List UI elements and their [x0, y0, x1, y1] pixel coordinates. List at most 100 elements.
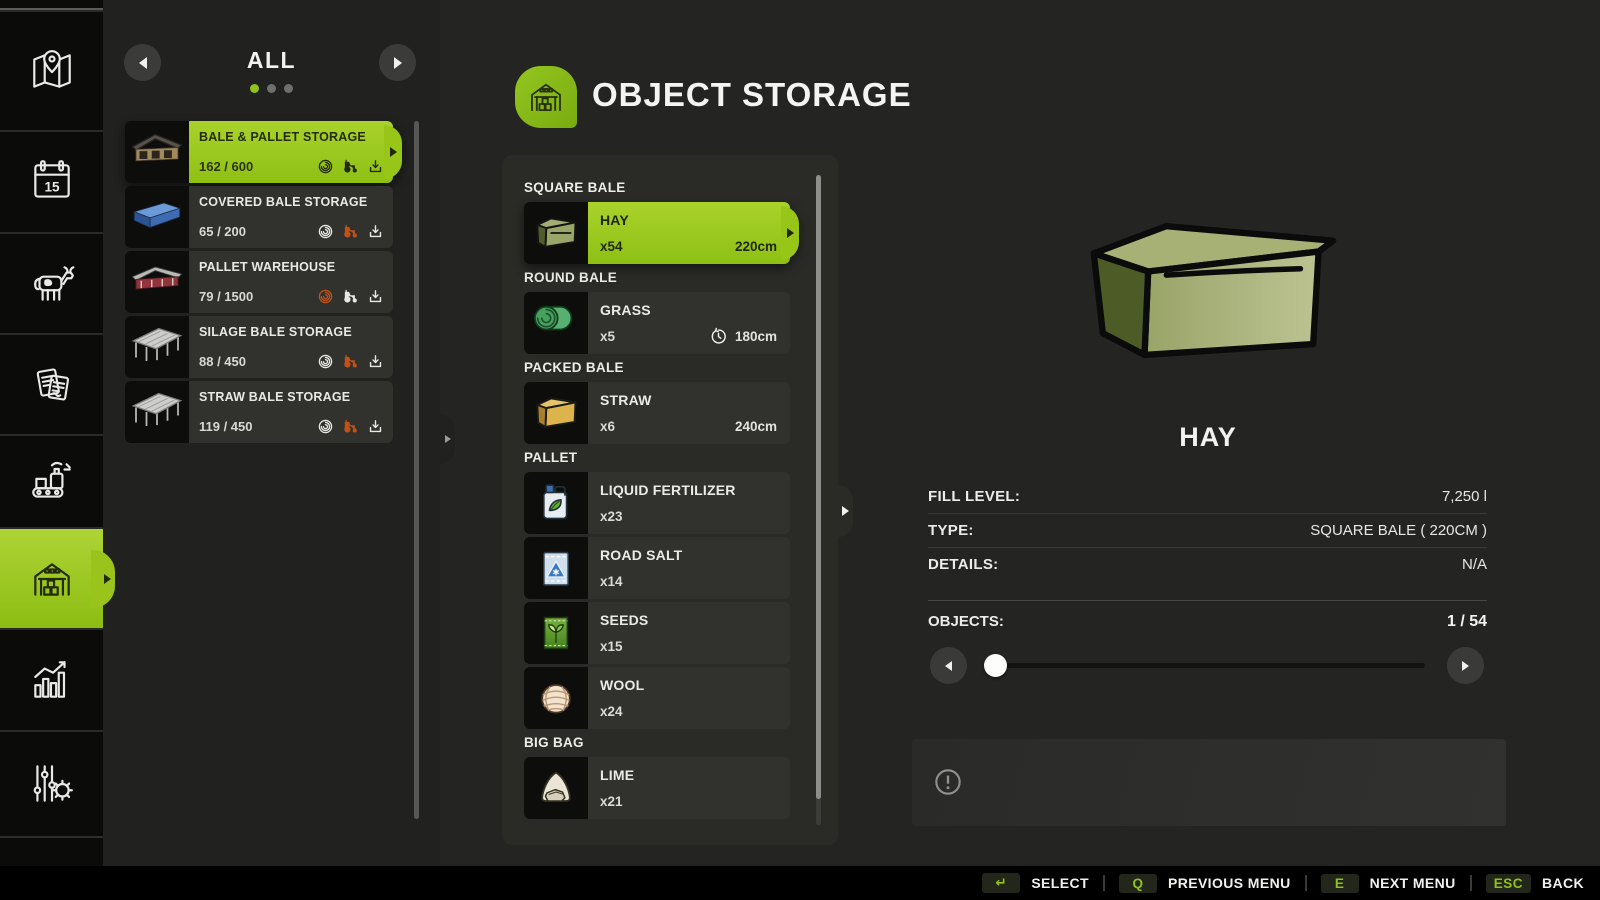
- arrow-right-icon: [1462, 661, 1469, 671]
- object-storage-header-badge: [515, 66, 577, 128]
- spec-value: N/A: [1462, 556, 1487, 573]
- spec-label: FILL LEVEL:: [928, 488, 1020, 505]
- item-thumbnail: [524, 757, 588, 819]
- fermentation-timer-icon: [709, 327, 728, 346]
- salt-bag-icon: [530, 542, 582, 594]
- item-name: WOOL: [600, 677, 778, 693]
- item-row-liquid-fertilizer[interactable]: LIQUID FERTILIZER x23: [524, 472, 790, 534]
- item-count: x24: [600, 704, 623, 719]
- objects-next-button[interactable]: [1447, 647, 1484, 684]
- download-icon: [367, 418, 384, 435]
- tractor-icon: [342, 353, 359, 370]
- bale-icon: [317, 158, 334, 175]
- calendar-icon: 15: [27, 157, 77, 207]
- storages-panel: ALL BALE & PALLET STORAGE 162 / 600: [103, 0, 440, 866]
- detail-spec-table: FILL LEVEL: 7,250 l TYPE: SQUARE BALE ( …: [928, 480, 1487, 581]
- page-dot-3[interactable]: [284, 84, 293, 93]
- category-next-button[interactable]: [379, 44, 416, 81]
- sidebar-item-storage[interactable]: [0, 527, 103, 628]
- storage-row-pallet-warehouse[interactable]: PALLET WAREHOUSE 79 / 1500: [125, 251, 393, 313]
- action-next-menu[interactable]: E NEXT MENU: [1321, 874, 1456, 893]
- storage-list-scrollbar[interactable]: [414, 121, 419, 819]
- section-label-square-bale: SQUARE BALE: [524, 177, 790, 202]
- storage-row-bale-pallet[interactable]: BALE & PALLET STORAGE 162 / 600: [125, 121, 393, 183]
- item-row-wool[interactable]: WOOL x24: [524, 667, 790, 729]
- item-size: 180cm: [735, 329, 777, 344]
- item-list-scrollbar[interactable]: [816, 175, 821, 825]
- info-circle-icon: [934, 768, 962, 796]
- item-row-hay[interactable]: HAY x54 220cm: [524, 202, 790, 264]
- objects-prev-button[interactable]: [930, 647, 967, 684]
- bale-icon: [317, 353, 334, 370]
- arrow-right-icon: [842, 506, 849, 516]
- action-back[interactable]: ESC BACK: [1486, 874, 1584, 893]
- sidebar-item-animals[interactable]: [0, 232, 103, 333]
- sidebar-item-calendar[interactable]: 15: [0, 130, 103, 232]
- items-panel-collapse-handle[interactable]: [838, 485, 853, 537]
- page-title: OBJECT STORAGE: [592, 76, 912, 114]
- storage-row-straw-bale[interactable]: STRAW BALE STORAGE 119 / 450: [125, 381, 393, 443]
- page-dot-2[interactable]: [267, 84, 276, 93]
- objects-slider-track[interactable]: [985, 663, 1425, 668]
- storage-row-silage-bale[interactable]: SILAGE BALE STORAGE 88 / 450: [125, 316, 393, 378]
- bale-icon: [317, 418, 334, 435]
- sidebar-item-map[interactable]: [0, 10, 103, 130]
- storage-row-covered-bale[interactable]: COVERED BALE STORAGE 65 / 200: [125, 186, 393, 248]
- action-select[interactable]: ↵ SELECT: [982, 873, 1089, 893]
- download-icon: [367, 288, 384, 305]
- item-row-road-salt[interactable]: ROAD SALT x14: [524, 537, 790, 599]
- item-row-lime[interactable]: LIME x21: [524, 757, 790, 819]
- selected-tab-arrow-icon: [104, 574, 111, 584]
- item-thumbnail: [524, 537, 588, 599]
- steel-frame-thumbnail-icon: [127, 319, 187, 375]
- storages-panel-collapse-handle[interactable]: [440, 414, 455, 464]
- esc-key-badge: ESC: [1486, 874, 1531, 893]
- warehouse-icon: [27, 554, 77, 604]
- cow-icon: [27, 259, 77, 309]
- action-previous-menu[interactable]: Q PREVIOUS MENU: [1119, 874, 1291, 893]
- spec-row-fill-level: FILL LEVEL: 7,250 l: [928, 480, 1487, 514]
- item-row-grass[interactable]: GRASS x5 180cm: [524, 292, 790, 354]
- storage-count: 162 / 600: [199, 159, 253, 174]
- input-hints-bar: ↵ SELECT Q PREVIOUS MENU E NEXT MENU ESC…: [0, 866, 1600, 900]
- sidebar-item-settings[interactable]: [0, 730, 103, 836]
- download-icon: [367, 158, 384, 175]
- info-message-box: [912, 739, 1506, 826]
- item-name: HAY: [600, 212, 778, 228]
- arrow-right-icon: [445, 435, 451, 443]
- hint-divider: [1103, 875, 1105, 891]
- storage-count: 119 / 450: [199, 419, 253, 434]
- arrow-left-icon: [945, 661, 952, 671]
- tractor-icon: [342, 288, 359, 305]
- storage-thumbnail: [125, 381, 189, 443]
- spec-row-type: TYPE: SQUARE BALE ( 220CM ): [928, 514, 1487, 548]
- production-icon: [27, 457, 77, 507]
- storage-count: 88 / 450: [199, 354, 246, 369]
- storage-thumbnail: [125, 251, 189, 313]
- warehouse-thumbnail-icon: [127, 254, 187, 310]
- item-name: SEEDS: [600, 612, 778, 628]
- item-count: x15: [600, 639, 623, 654]
- section-label-round-bale: ROUND BALE: [524, 267, 790, 292]
- item-row-seeds[interactable]: SEEDS x15: [524, 602, 790, 664]
- objects-slider-thumb[interactable]: [984, 654, 1007, 677]
- selected-row-arrow-icon: [390, 147, 397, 157]
- item-name: LIQUID FERTILIZER: [600, 482, 778, 498]
- sidebar-item-contracts[interactable]: [0, 333, 103, 434]
- item-thumbnail: [524, 202, 588, 264]
- bale-icon: [317, 288, 334, 305]
- item-row-straw[interactable]: STRAW x6 240cm: [524, 382, 790, 444]
- warehouse-icon: [525, 76, 567, 118]
- wool-ball-icon: [530, 672, 582, 724]
- spec-value: 7,250 l: [1442, 488, 1487, 505]
- item-name: ROAD SALT: [600, 547, 778, 563]
- q-key-badge: Q: [1119, 874, 1157, 893]
- steel-frame-thumbnail-icon: [127, 384, 187, 440]
- storage-count: 79 / 1500: [199, 289, 253, 304]
- enter-key-icon: ↵: [982, 873, 1020, 893]
- page-dot-1[interactable]: [250, 84, 259, 93]
- item-name: GRASS: [600, 302, 778, 318]
- sidebar-item-production[interactable]: [0, 434, 103, 527]
- sidebar-item-statistics[interactable]: [0, 628, 103, 730]
- detail-title: HAY: [910, 422, 1506, 453]
